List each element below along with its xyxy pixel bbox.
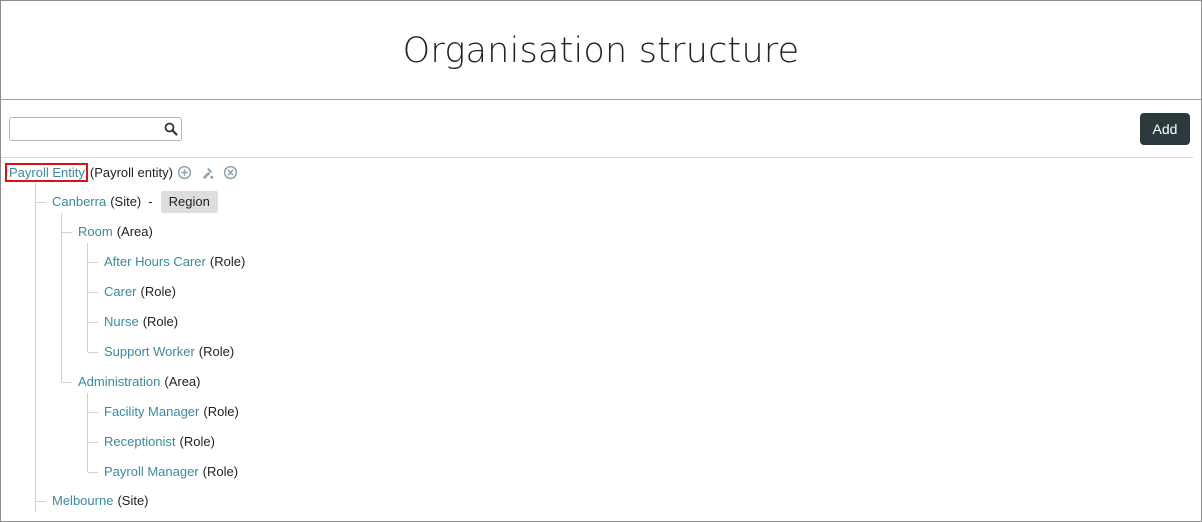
- tree-connector: [35, 182, 36, 512]
- tree-role-receptionist: Receptionist (Role): [104, 434, 215, 450]
- role-link-nurse[interactable]: Nurse: [104, 314, 139, 330]
- tree-root: Payroll Entity (Payroll entity): [5, 163, 246, 182]
- tree-connector: [61, 213, 62, 382]
- tree-connector: [88, 352, 98, 353]
- site-link-melbourne[interactable]: Melbourne: [52, 493, 113, 509]
- tree-root-type: (Payroll entity): [89, 164, 173, 180]
- area-type-room: (Area): [116, 224, 153, 239]
- role-link-receptionist[interactable]: Receptionist: [104, 434, 176, 450]
- region-tag[interactable]: Region: [160, 191, 218, 213]
- tree-connector: [62, 382, 72, 383]
- tree-connector: [88, 322, 98, 323]
- root-actions: [177, 165, 246, 180]
- area-link-room[interactable]: Room: [78, 224, 113, 240]
- tree-connector: [36, 202, 46, 203]
- tree-connector: [88, 472, 98, 473]
- page-title: Organisation structure: [402, 31, 800, 71]
- tree-root-link[interactable]: Payroll Entity: [5, 163, 88, 182]
- search-icon[interactable]: [164, 122, 178, 136]
- role-type: (Role): [203, 404, 239, 419]
- tree-area-room: Room (Area): [78, 224, 153, 240]
- area-link-administration[interactable]: Administration: [78, 374, 160, 390]
- add-button[interactable]: Add: [1140, 113, 1190, 145]
- tree-connector: [36, 501, 46, 502]
- page-header: Organisation structure: [1, 1, 1201, 100]
- tree-connector: [88, 412, 98, 413]
- edit-tool-icon[interactable]: [200, 165, 215, 180]
- role-type: (Role): [140, 284, 176, 299]
- role-link-support-worker[interactable]: Support Worker: [104, 344, 195, 360]
- tree-role-facility-manager: Facility Manager (Role): [104, 404, 239, 420]
- tree-connector: [88, 292, 98, 293]
- tree-connector: [87, 243, 88, 352]
- tree-area-administration: Administration (Area): [78, 374, 201, 390]
- toolbar: [9, 117, 182, 141]
- role-link-after-hours-carer[interactable]: After Hours Carer: [104, 254, 206, 270]
- tree-connector: [62, 232, 72, 233]
- toolbar-divider: [1, 157, 1193, 158]
- role-link-facility-manager[interactable]: Facility Manager: [104, 404, 199, 420]
- page-frame: Organisation structure Add Payroll Entit…: [0, 0, 1202, 522]
- site-type-melbourne: (Site): [117, 493, 149, 508]
- role-link-payroll-manager[interactable]: Payroll Manager: [104, 464, 199, 480]
- remove-circle-icon[interactable]: [223, 165, 238, 180]
- tree-connector: [88, 442, 98, 443]
- search-box: [9, 117, 182, 141]
- role-type: (Role): [202, 464, 239, 479]
- site-type-canberra: (Site): [110, 194, 142, 209]
- add-circle-icon[interactable]: [177, 165, 192, 180]
- tree-role-after-hours-carer: After Hours Carer (Role): [104, 254, 245, 270]
- role-type: (Role): [209, 254, 246, 269]
- area-type-administration: (Area): [164, 374, 201, 389]
- role-type: (Role): [179, 434, 215, 449]
- tree-role-carer: Carer (Role): [104, 284, 176, 300]
- role-type: (Role): [142, 314, 179, 329]
- tree-role-nurse: Nurse (Role): [104, 314, 178, 330]
- tree-site-canberra: Canberra (Site) - Region: [52, 191, 218, 213]
- site-link-canberra[interactable]: Canberra: [52, 194, 106, 210]
- role-link-carer[interactable]: Carer: [104, 284, 137, 300]
- tree-connector: [87, 393, 88, 472]
- site-separator: -: [148, 194, 153, 209]
- tree-role-support-worker: Support Worker (Role): [104, 344, 234, 360]
- tree-connector: [88, 262, 98, 263]
- role-type: (Role): [198, 344, 235, 359]
- tree-role-payroll-manager: Payroll Manager (Role): [104, 464, 238, 480]
- tree-site-melbourne: Melbourne (Site): [52, 493, 149, 509]
- search-input[interactable]: [14, 119, 168, 141]
